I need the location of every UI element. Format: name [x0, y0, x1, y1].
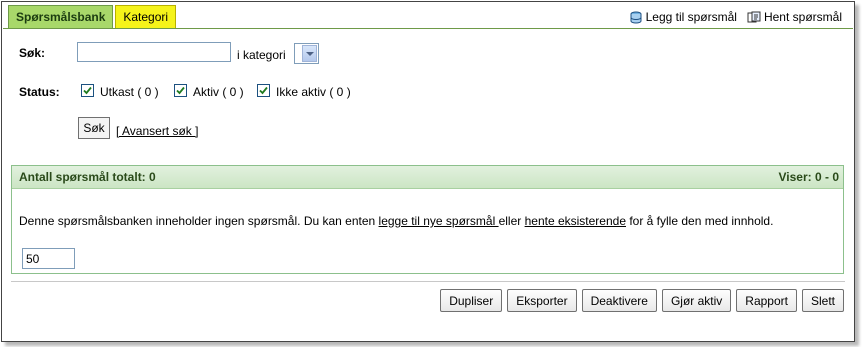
category-select[interactable]: [294, 43, 319, 64]
action-buttons: Dupliser Eksporter Deaktivere Gjør aktiv…: [440, 289, 844, 312]
chevron-down-icon: [305, 51, 314, 56]
dropdown-button[interactable]: [302, 45, 317, 62]
status-inactive-checkbox[interactable]: [257, 84, 270, 97]
search-button[interactable]: Søk: [78, 117, 110, 139]
status-active-checkbox[interactable]: [174, 84, 187, 97]
search-input[interactable]: [77, 42, 231, 62]
tab-category[interactable]: Kategori: [115, 5, 177, 28]
tab-divider: [3, 28, 853, 29]
report-button[interactable]: Rapport: [736, 289, 797, 312]
status-draft-checkbox[interactable]: [81, 84, 94, 97]
status-label: Status:: [19, 85, 60, 99]
question-bank-window: Spørsmålsbank Kategori Legg til spørsmål…: [1, 1, 855, 342]
search-label: Søk:: [19, 46, 46, 60]
checkmark-icon: [83, 86, 92, 95]
fetch-question-icon: [747, 11, 761, 22]
add-question-link[interactable]: Legg til spørsmål: [629, 10, 737, 24]
divider: [11, 281, 845, 282]
results-header: Antall spørsmål totalt: 0 Viser: 0 - 0: [12, 166, 843, 189]
message-suffix: for å fylle den med innhold.: [626, 214, 774, 228]
status-inactive-label: Ikke aktiv ( 0 ): [276, 85, 351, 99]
message-mid: eller: [498, 214, 525, 228]
deactivate-button[interactable]: Deaktivere: [581, 289, 657, 312]
fetch-existing-link[interactable]: hente eksisterende: [525, 214, 626, 228]
delete-button[interactable]: Slett: [801, 289, 844, 312]
checkmark-icon: [259, 86, 268, 95]
fetch-question-label: Hent spørsmål: [763, 10, 842, 24]
in-category-label: i kategori: [237, 48, 286, 62]
showing-range: Viser: 0 - 0: [778, 170, 839, 184]
top-actions: Legg til spørsmål Hent spørsmål: [629, 10, 842, 24]
duplicate-button[interactable]: Dupliser: [440, 289, 503, 312]
empty-message: Denne spørsmålsbanken inneholder ingen s…: [19, 214, 773, 228]
activate-button[interactable]: Gjør aktiv: [661, 289, 732, 312]
checkmark-icon: [176, 86, 185, 95]
results-panel: Antall spørsmål totalt: 0 Viser: 0 - 0 D…: [11, 165, 844, 274]
total-count: Antall spørsmål totalt: 0: [19, 170, 156, 184]
advanced-search-link[interactable]: [ Avansert søk ]: [116, 124, 198, 138]
add-question-label: Legg til spørsmål: [645, 10, 737, 24]
status-active-label: Aktiv ( 0 ): [193, 85, 244, 99]
status-draft-label: Utkast ( 0 ): [100, 85, 159, 99]
tab-question-bank[interactable]: Spørsmålsbank: [8, 5, 114, 28]
export-button[interactable]: Eksporter: [507, 289, 577, 312]
fetch-question-link[interactable]: Hent spørsmål: [747, 10, 842, 24]
per-page-input[interactable]: [22, 248, 75, 269]
add-question-icon: [630, 11, 642, 24]
message-prefix: Denne spørsmålsbanken inneholder ingen s…: [19, 214, 379, 228]
add-new-questions-link[interactable]: legge til nye spørsmål: [379, 214, 499, 228]
tab-bar: Spørsmålsbank Kategori: [8, 5, 178, 28]
